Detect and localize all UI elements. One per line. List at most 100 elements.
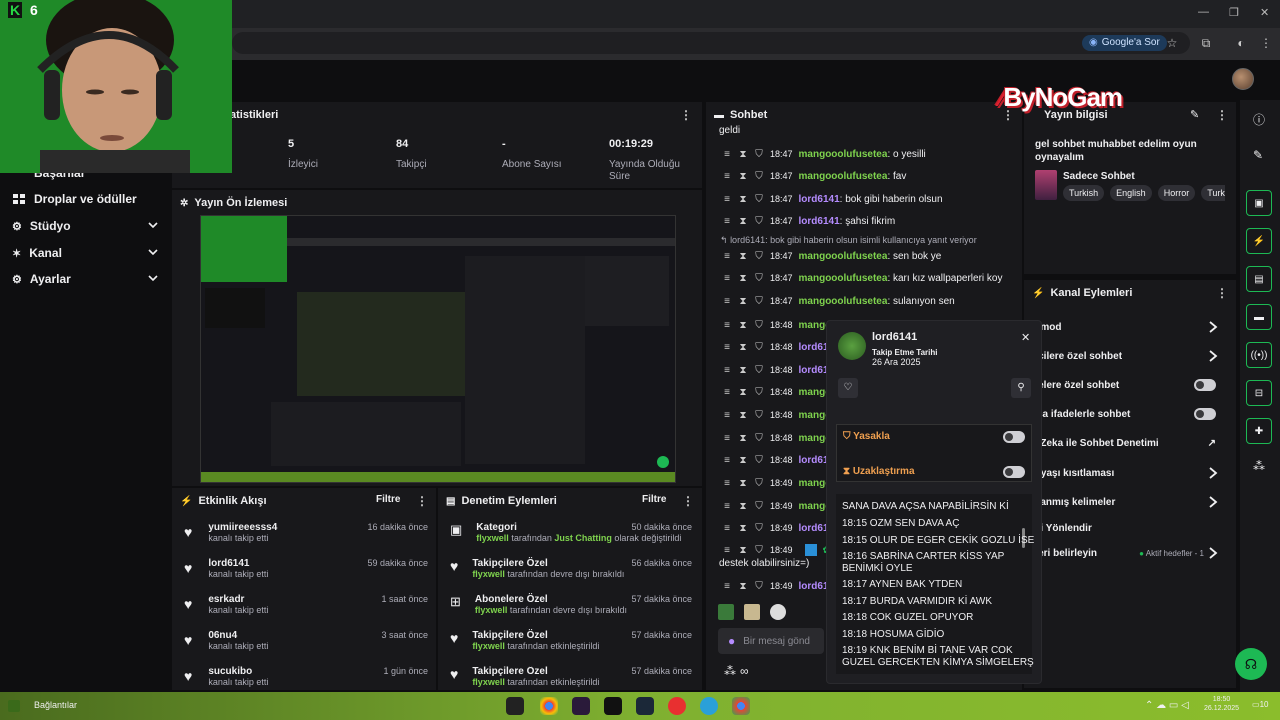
pin-icon[interactable]: ≡ xyxy=(722,251,732,262)
tag[interactable]: English xyxy=(1110,185,1152,201)
stream-info-menu-icon[interactable]: ⋮ xyxy=(1216,108,1228,122)
user-card-name[interactable]: lord6141 xyxy=(872,331,917,343)
timeout-icon[interactable]: ⧗ xyxy=(738,320,748,331)
action-toggle[interactable] xyxy=(1194,408,1216,420)
pin-icon[interactable]: ≡ xyxy=(722,365,732,376)
pin-icon[interactable]: ≡ xyxy=(722,545,732,556)
profile-icon[interactable]: ◐ xyxy=(1233,35,1249,51)
timeout-icon[interactable]: ⧗ xyxy=(738,342,748,353)
timeout-icon[interactable]: ⧗ xyxy=(738,545,748,556)
emote-icon[interactable] xyxy=(770,604,786,620)
channel-action-row[interactable]: y Zeka ile Sohbet Denetimi ↗ xyxy=(1032,433,1228,453)
emote-icon[interactable] xyxy=(718,604,734,620)
tag[interactable]: Turkst xyxy=(1201,185,1225,201)
pin-icon[interactable]: ≡ xyxy=(722,296,732,307)
channel-action-row[interactable]: fleri belirleyin ● Aktif hedefler - 1 xyxy=(1032,543,1228,563)
timeout-toggle[interactable] xyxy=(1003,466,1025,478)
activity-filter-button[interactable]: Filtre xyxy=(376,494,400,505)
stats-menu-icon[interactable]: ⋮ xyxy=(680,108,692,122)
layout-tool-button[interactable]: ⊟ xyxy=(1246,380,1272,406)
channel-action-row[interactable]: nelere özel sohbet xyxy=(1032,375,1228,395)
timeout-icon[interactable]: ⧗ xyxy=(738,273,748,284)
pin-icon[interactable]: ≡ xyxy=(722,342,732,353)
taskbar-clock[interactable]: 18:50 26.12.2025 xyxy=(1204,695,1239,713)
notification-badge[interactable]: ▭10 xyxy=(1252,700,1268,709)
close-window-icon[interactable]: ✕ xyxy=(1260,6,1269,19)
ban-toggle[interactable] xyxy=(1003,431,1025,443)
category-thumbnail[interactable] xyxy=(1035,170,1057,200)
timeout-icon[interactable]: ⧗ xyxy=(738,387,748,398)
pin-icon[interactable]: ≡ xyxy=(722,216,732,227)
channel-action-row[interactable]: pçilere özel sohbet xyxy=(1032,346,1228,366)
broadcast-tool-button[interactable]: ((•)) xyxy=(1246,342,1272,368)
notes-tool-button[interactable]: ▤ xyxy=(1246,266,1272,292)
wrench-tool-button[interactable]: ✚ xyxy=(1246,418,1272,444)
sidebar-item-drops[interactable]: Droplar ve ödüller xyxy=(12,189,162,209)
pin-user-button[interactable]: ⚲ xyxy=(1011,378,1031,398)
pin-icon[interactable]: ≡ xyxy=(722,410,732,421)
pin-icon[interactable]: ≡ xyxy=(722,320,732,331)
google-sor-button[interactable]: ◉ Google'a Sor xyxy=(1082,35,1167,51)
url-field[interactable] xyxy=(232,32,1190,54)
tag[interactable]: Turkish xyxy=(1063,185,1105,201)
channel-action-row[interactable]: zca ifadelerle sohbet xyxy=(1032,404,1228,424)
channel-actions-menu-icon[interactable]: ⋮ xyxy=(1216,286,1228,300)
emote-icon[interactable] xyxy=(744,604,760,620)
steam-icon[interactable] xyxy=(636,697,654,715)
timeout-icon[interactable]: ⧗ xyxy=(738,149,748,160)
channel-points[interactable]: ⁂ ∞ xyxy=(724,664,749,678)
pin-icon[interactable]: ≡ xyxy=(722,387,732,398)
browser-menu-icon[interactable]: ⋮ xyxy=(1258,35,1274,51)
taskbar-left-text[interactable]: Bağlantılar xyxy=(34,700,77,710)
channel-action-row[interactable]: p yaşı kısıtlaması xyxy=(1032,463,1228,483)
sidebar-item-channel[interactable]: ✶ Kanal xyxy=(12,243,162,263)
timeout-icon[interactable]: ⧗ xyxy=(738,410,748,421)
timeout-icon[interactable]: ⧗ xyxy=(738,433,748,444)
chat-input[interactable]: ● Bir mesaj gönd xyxy=(718,628,824,654)
camera-tool-button[interactable]: ▣ xyxy=(1246,190,1272,216)
pin-icon[interactable]: ≡ xyxy=(722,523,732,534)
channel-action-row[interactable]: ici Yönlendir xyxy=(1032,518,1228,538)
more-tools-icon[interactable]: ⁂ xyxy=(1253,459,1265,473)
pin-icon[interactable]: ≡ xyxy=(722,149,732,160)
tray-icons[interactable]: ⌃ ☁ ▭ ◁ xyxy=(1145,700,1189,711)
timeout-icon[interactable]: ⧗ xyxy=(738,296,748,307)
timeout-icon[interactable]: ⧗ xyxy=(738,365,748,376)
sidebar-item-studio[interactable]: ⚙ Stüdyo xyxy=(12,216,162,236)
info-icon[interactable]: ⓘ xyxy=(1253,111,1265,128)
chrome-icon[interactable] xyxy=(540,697,558,715)
pin-icon[interactable]: ≡ xyxy=(722,501,732,512)
lightning-tool-button[interactable]: ⚡ xyxy=(1246,228,1272,254)
telegram-icon[interactable] xyxy=(700,697,718,715)
pin-icon[interactable]: ≡ xyxy=(722,581,732,592)
obs-icon[interactable] xyxy=(506,697,524,715)
microphone-icon[interactable]: ● xyxy=(728,634,735,648)
timeout-icon[interactable]: ⧗ xyxy=(738,581,748,592)
chrome-icon[interactable] xyxy=(732,697,750,715)
moderation-filter-button[interactable]: Filtre xyxy=(642,494,666,505)
opera-icon[interactable] xyxy=(668,697,686,715)
edit-icon[interactable]: ✎ xyxy=(1253,148,1263,162)
close-icon[interactable]: ✕ xyxy=(1021,331,1030,344)
tag[interactable]: Horror xyxy=(1157,185,1196,201)
channel-action-row[interactable]: ş mod xyxy=(1032,317,1228,337)
sidebar-item-settings[interactable]: ⚙ Ayarlar xyxy=(12,269,162,289)
timeout-icon[interactable]: ⧗ xyxy=(738,501,748,512)
moderation-menu-icon[interactable]: ⋮ xyxy=(682,494,694,508)
follow-heart-button[interactable]: ♡ xyxy=(838,378,858,398)
user-avatar[interactable] xyxy=(1232,68,1254,90)
app-icon[interactable] xyxy=(572,697,590,715)
restore-icon[interactable]: ❐ xyxy=(1229,6,1239,19)
action-toggle[interactable] xyxy=(1194,379,1216,391)
epic-games-icon[interactable] xyxy=(604,697,622,715)
minimize-icon[interactable]: — xyxy=(1198,6,1209,18)
stream-preview-video[interactable] xyxy=(200,215,676,483)
pin-icon[interactable]: ≡ xyxy=(722,433,732,444)
timeout-icon[interactable]: ⧗ xyxy=(738,455,748,466)
timeout-icon[interactable]: ⧗ xyxy=(738,194,748,205)
timeout-icon[interactable]: ⧗ xyxy=(738,251,748,262)
pin-icon[interactable]: ≡ xyxy=(722,455,732,466)
weather-icon[interactable] xyxy=(8,700,20,712)
timeout-icon[interactable]: ⧗ xyxy=(738,171,748,182)
chat-tool-button[interactable]: ▬ xyxy=(1246,304,1272,330)
